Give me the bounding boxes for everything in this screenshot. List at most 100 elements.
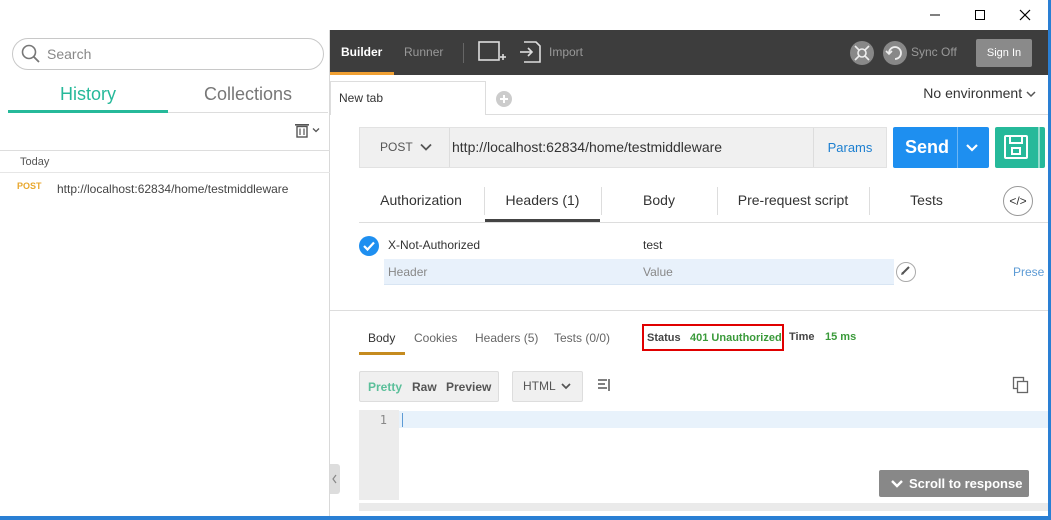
clear-history-button[interactable] (294, 122, 320, 138)
method-label: POST (380, 140, 413, 154)
time-value: 15 ms (825, 331, 857, 343)
copy-icon (1012, 376, 1029, 394)
request-bar: POST http://localhost:62834/home/testmid… (359, 127, 887, 168)
new-window-icon (478, 41, 506, 61)
builder-tab[interactable]: Builder (341, 30, 382, 75)
new-header-row: Header Value (384, 259, 894, 285)
format-raw[interactable]: Raw (412, 380, 437, 394)
url-input[interactable]: http://localhost:62834/home/testmiddlewa… (452, 128, 812, 167)
tab-tests[interactable]: Tests (870, 183, 983, 222)
new-window-button[interactable] (478, 40, 506, 67)
copy-button[interactable] (1012, 376, 1030, 397)
add-tab-button[interactable] (496, 91, 512, 107)
plus-icon (500, 95, 508, 103)
trash-icon (295, 124, 309, 138)
minimize-icon (930, 14, 940, 16)
response-tab-cookies[interactable]: Cookies (414, 331, 457, 345)
pencil-icon (901, 266, 910, 275)
tab-body[interactable]: Body (602, 183, 716, 222)
environment-label: No environment (923, 85, 1023, 101)
header-value-input[interactable]: Value (643, 265, 673, 279)
format-pretty[interactable]: Pretty (368, 380, 402, 394)
request-response-divider (330, 310, 1048, 311)
response-tab-headers[interactable]: Headers (5) (475, 331, 538, 345)
scroll-to-response-button[interactable]: Scroll to response (879, 470, 1029, 497)
send-separator (957, 127, 958, 168)
params-button[interactable]: Params (813, 128, 886, 167)
request-subtabs: Authorization Headers (1) Body Pre-reque… (359, 183, 1048, 223)
header-key[interactable]: X-Not-Authorized (388, 238, 480, 252)
tab-collections[interactable]: Collections (168, 80, 328, 113)
interceptor-button[interactable] (849, 40, 875, 69)
sidebar-tabs: History Collections (8, 80, 330, 113)
scroll-to-response-label: Scroll to response (909, 476, 1023, 491)
response-tab-tests[interactable]: Tests (0/0) (554, 331, 610, 345)
tab-pre-request-script[interactable]: Pre-request script (718, 183, 868, 222)
format-preview[interactable]: Preview (446, 380, 491, 394)
search-icon (21, 44, 40, 63)
tab-headers[interactable]: Headers (1) (485, 183, 600, 222)
chevron-down-icon[interactable] (965, 143, 979, 153)
search-box (12, 38, 324, 70)
environment-select[interactable]: No environment (923, 85, 1036, 101)
tab-history[interactable]: History (8, 80, 168, 113)
runner-tab[interactable]: Runner (404, 30, 443, 75)
request-tab[interactable]: New tab (330, 81, 486, 115)
main-toolbar: Builder Runner Import Sync Off Sign In (330, 30, 1048, 75)
history-item-url: http://localhost:62834/home/testmiddlewa… (57, 182, 289, 196)
import-label[interactable]: Import (549, 30, 583, 75)
sign-in-button[interactable]: Sign In (976, 39, 1032, 67)
wrap-lines-icon (598, 379, 610, 391)
header-row: X-Not-Authorized test (359, 235, 1048, 257)
time-label: Time (789, 331, 815, 343)
line-number: 1 (379, 413, 387, 427)
chevron-down-icon (891, 480, 903, 488)
response-tab-indicator (359, 352, 405, 355)
sync-icon (883, 41, 907, 65)
sidebar: History Collections Today POST http://lo… (0, 30, 330, 516)
header-value[interactable]: test (643, 238, 662, 252)
method-select[interactable]: POST (360, 128, 450, 167)
chevron-left-icon (332, 474, 337, 484)
close-icon (1019, 9, 1031, 21)
search-input[interactable] (47, 46, 307, 62)
status-highlight: Status 401 Unauthorized (642, 324, 784, 351)
sidebar-collapse-handle[interactable] (330, 464, 340, 494)
header-key-input[interactable]: Header (388, 265, 427, 279)
bulk-edit-button[interactable] (896, 262, 916, 282)
history-group-today: Today (0, 151, 330, 173)
generate-code-button[interactable]: </> (1003, 186, 1033, 216)
chevron-down-icon (560, 383, 571, 390)
sync-button[interactable] (882, 40, 908, 69)
maximize-button[interactable] (957, 0, 1003, 30)
editor-active-line (399, 411, 1048, 428)
minimize-button[interactable] (912, 0, 958, 30)
chevron-down-icon (312, 128, 320, 133)
presets-link[interactable]: Prese (1013, 265, 1044, 279)
tab-authorization[interactable]: Authorization (359, 183, 483, 222)
send-button[interactable]: Send (893, 127, 989, 168)
language-select[interactable]: HTML (512, 371, 583, 402)
wrap-lines-button[interactable] (597, 378, 611, 395)
status-value: 401 Unauthorized (690, 332, 782, 344)
request-tabs-bar: New tab No environment (330, 75, 1048, 115)
history-toolbar (0, 114, 330, 151)
format-buttons: Pretty Raw Preview (359, 371, 499, 402)
editor-cursor (402, 413, 403, 427)
horizontal-scrollbar[interactable] (359, 503, 1048, 511)
save-button[interactable] (995, 127, 1045, 168)
header-enabled-checkbox[interactable] (359, 236, 379, 256)
import-icon (520, 41, 541, 63)
send-label: Send (905, 137, 950, 157)
language-label: HTML (523, 379, 556, 393)
status-label: Status (647, 332, 681, 344)
chevron-down-icon (1026, 91, 1036, 98)
editor-gutter: 1 (359, 410, 399, 500)
chevron-down-icon (420, 143, 432, 151)
response-tab-body[interactable]: Body (368, 331, 395, 345)
app-window: History Collections Today POST http://lo… (0, 0, 1048, 516)
sync-status[interactable]: Sync Off (911, 30, 957, 75)
close-button[interactable] (1002, 0, 1048, 30)
import-button[interactable] (520, 40, 542, 67)
save-icon (1004, 127, 1040, 168)
